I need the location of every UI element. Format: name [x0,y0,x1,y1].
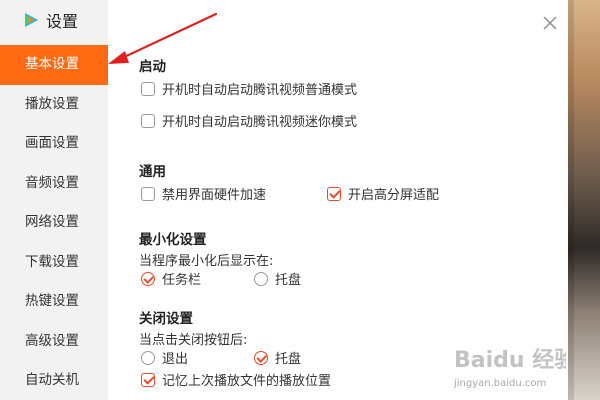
sidebar-item-hotkeys[interactable]: 热键设置 [0,282,108,322]
minimize-section-title: 最小化设置 [139,232,207,248]
close-tray-radio[interactable] [254,350,268,365]
minimize-tray-label: 托盘 [275,273,302,288]
baidu-jingyan-logo-icon: Baidu 经验 [454,347,566,373]
sidebar: 设置 基本设置 播放设置 画面设置 音频设置 网络设置 下载设置 热键设置 高级… [0,0,108,400]
minimize-taskbar-label: 任务栏 [162,273,202,288]
baidu-jingyan-watermark: Baidu 经验 jingyan.baidu.com [452,340,566,394]
watermark-url: jingyan.baidu.com [454,378,547,389]
startup-mini-mode-label: 开机时自动启动腾讯视频迷你模式 [162,115,358,130]
sidebar-item-network[interactable]: 网络设置 [0,203,108,243]
disable-hw-accel-checkbox[interactable] [141,186,155,201]
startup-mini-mode-checkbox[interactable] [141,113,155,128]
startup-normal-mode-label: 开机时自动启动腾讯视频普通模式 [162,83,358,98]
close-exit-option[interactable]: 退出 [141,348,188,367]
tencent-video-logo-icon [25,13,38,27]
minimize-tray-radio[interactable] [254,271,268,286]
startup-section-title: 启动 [139,59,166,75]
sidebar-nav: 基本设置 播放设置 画面设置 音频设置 网络设置 下载设置 热键设置 高级设置 … [0,45,108,400]
disable-hw-accel-label: 禁用界面硬件加速 [162,188,267,203]
hidpi-checkbox[interactable] [327,186,341,201]
minimize-taskbar-radio[interactable] [141,271,155,286]
close-icon[interactable] [541,14,559,32]
close-exit-label: 退出 [162,352,189,367]
startup-normal-mode-checkbox[interactable] [141,81,155,96]
startup-mini-mode-option[interactable]: 开机时自动启动腾讯视频迷你模式 [141,111,357,130]
minimize-taskbar-option[interactable]: 任务栏 [141,269,201,288]
sidebar-item-advanced[interactable]: 高级设置 [0,322,108,362]
sidebar-item-download[interactable]: 下载设置 [0,243,108,283]
disable-hw-accel-option[interactable]: 禁用界面硬件加速 [141,184,266,203]
remember-position-option[interactable]: 记忆上次播放文件的播放位置 [141,370,331,389]
close-exit-radio[interactable] [141,350,155,365]
minimize-prompt: 当程序最小化后显示在: [139,254,274,269]
startup-normal-mode-option[interactable]: 开机时自动启动腾讯视频普通模式 [141,79,357,98]
window-title: 设置 [46,12,79,31]
window-title-bar: 设置 [22,8,78,32]
hidpi-option[interactable]: 开启高分屏适配 [327,184,439,203]
sidebar-item-audio[interactable]: 音频设置 [0,164,108,204]
sidebar-item-basic[interactable]: 基本设置 [0,45,108,85]
close-section-title: 关闭设置 [139,311,193,327]
remember-position-checkbox[interactable] [141,372,155,387]
watermark-logo-text: Baidu 经验 [454,347,566,373]
close-prompt: 当点击关闭按钮后: [139,333,248,348]
close-tray-option[interactable]: 托盘 [254,348,301,367]
close-tray-label: 托盘 [275,352,302,367]
sidebar-item-playback[interactable]: 播放设置 [0,85,108,125]
background-content-strip [568,0,600,400]
remember-position-label: 记忆上次播放文件的播放位置 [162,374,332,389]
hidpi-label: 开启高分屏适配 [348,188,440,203]
sidebar-item-auto-shutdown[interactable]: 自动关机 [0,361,108,400]
general-section-title: 通用 [139,164,166,180]
sidebar-item-picture[interactable]: 画面设置 [0,124,108,164]
minimize-tray-option[interactable]: 托盘 [254,269,301,288]
